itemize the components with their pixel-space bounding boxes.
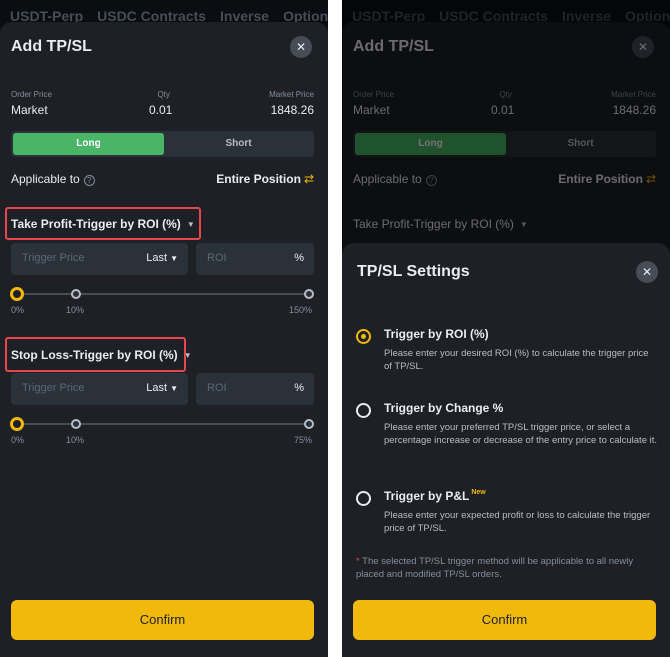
radio-icon[interactable] [356, 329, 371, 344]
radio-icon[interactable] [356, 491, 371, 506]
sl-price-type-select[interactable]: Last ▼ [146, 382, 178, 394]
sl-roi-unit: % [294, 382, 304, 394]
applicable-label: Applicable to [11, 172, 80, 186]
tp-slider-label-max: 150% [288, 305, 312, 315]
option-title: Trigger by P&L New [384, 489, 486, 503]
option-title-text: Trigger by P&L [384, 489, 470, 503]
stop-loss-mode-select[interactable]: Stop Loss-Trigger by ROI (%) ▼ [11, 348, 192, 362]
stop-loss-fields: Trigger Price Last ▼ ROI % [11, 373, 314, 405]
sl-slider-label-mid: 10% [66, 435, 85, 445]
qty-label: Qty [157, 90, 170, 99]
tp-roi-unit: % [294, 252, 304, 264]
take-profit-slider[interactable] [10, 287, 314, 301]
caret-down-icon: ▼ [170, 254, 178, 263]
radio-icon[interactable] [356, 403, 371, 418]
caret-down-icon: ▼ [183, 351, 192, 360]
option-title: Trigger by Change % [384, 401, 504, 415]
tp-price-type: Last [146, 252, 168, 264]
tp-slider-label-mid: 10% [66, 305, 85, 315]
slider-mark-max[interactable] [304, 419, 314, 429]
slider-track [16, 293, 309, 295]
applicable-row: Applicable to? Entire Position⇄ [11, 172, 314, 188]
new-badge: New [471, 489, 486, 496]
slider-track [16, 423, 309, 425]
sheet-title: Add TP/SL [11, 38, 92, 55]
sl-slider-labels: 0% 10% 75% [11, 435, 312, 447]
sl-trigger-price-input[interactable]: Trigger Price Last ▼ [11, 373, 188, 405]
market-price-value: 1848.26 [270, 103, 314, 117]
caret-down-icon: ▼ [186, 220, 195, 229]
short-tab[interactable]: Short [163, 133, 314, 155]
settings-title: TP/SL Settings [357, 263, 470, 280]
sl-roi-placeholder: ROI [207, 382, 227, 394]
order-qty: Qty 0.01 [149, 90, 172, 117]
add-tpsl-screen: USDT-Perp USDC Contracts Inverse Option … [0, 0, 328, 657]
applicable-value-text: Entire Position [216, 172, 301, 186]
caret-down-icon: ▼ [170, 384, 178, 393]
sl-trigger-placeholder: Trigger Price [22, 382, 85, 394]
take-profit-mode-select[interactable]: Take Profit-Trigger by ROI (%) ▼ [11, 217, 195, 231]
option-description: Please enter your expected profit or los… [384, 510, 651, 534]
option-description: Please enter your desired ROI (%) to cal… [384, 348, 649, 372]
confirm-button[interactable]: Confirm [11, 600, 314, 640]
tp-slider-label-min: 0% [11, 305, 25, 315]
side-toggle: Long Short [11, 131, 314, 157]
add-tpsl-sheet: Add TP/SL ✕ Order Price Market Qty 0.01 … [0, 22, 328, 657]
stop-loss-slider[interactable] [10, 417, 314, 431]
long-tab[interactable]: Long [13, 133, 164, 155]
market-price-label: Market Price [269, 90, 314, 99]
sl-slider-label-max: 75% [293, 435, 312, 445]
slider-handle[interactable] [10, 417, 24, 431]
tp-roi-placeholder: ROI [207, 252, 227, 264]
order-info: Order Price Market Qty 0.01 Market Price… [11, 90, 314, 122]
order-price-label: Order Price [11, 90, 52, 99]
order-price-value: Market [11, 103, 48, 117]
sl-price-type: Last [146, 382, 168, 394]
stop-loss-label: Stop Loss-Trigger by ROI (%) [11, 348, 178, 362]
swap-icon: ⇄ [303, 172, 314, 186]
info-icon[interactable]: ? [83, 175, 95, 186]
tpsl-settings-sheet: TP/SL Settings ✕ Trigger by ROI (%) Plea… [342, 243, 670, 657]
tp-trigger-price-input[interactable]: Trigger Price Last ▼ [11, 243, 188, 275]
close-icon[interactable]: ✕ [290, 36, 312, 58]
confirm-button[interactable]: Confirm [353, 600, 656, 640]
tp-price-type-select[interactable]: Last ▼ [146, 252, 178, 264]
slider-mark-max[interactable] [304, 289, 314, 299]
market-price: Market Price 1848.26 [269, 90, 314, 117]
sl-slider-label-min: 0% [11, 435, 25, 445]
note-text: The selected TP/SL trigger method will b… [356, 556, 634, 580]
tpsl-settings-screen: USDT-Perp USDC Contracts Inverse Option … [342, 0, 670, 657]
order-price: Order Price Market [11, 90, 52, 117]
slider-mark-10[interactable] [71, 419, 81, 429]
qty-value: 0.01 [149, 103, 173, 117]
applicable-value[interactable]: Entire Position ⇄ [216, 172, 314, 186]
slider-mark-10[interactable] [71, 289, 81, 299]
slider-handle[interactable] [10, 287, 24, 301]
settings-note: * The selected TP/SL trigger method will… [356, 556, 658, 581]
tp-roi-input[interactable]: ROI % [196, 243, 314, 275]
option-title: Trigger by ROI (%) [384, 327, 489, 341]
close-icon[interactable]: ✕ [636, 261, 658, 283]
option-description: Please enter your preferred TP/SL trigge… [384, 422, 658, 446]
take-profit-fields: Trigger Price Last ▼ ROI % [11, 243, 314, 275]
tp-trigger-placeholder: Trigger Price [22, 252, 85, 264]
tp-slider-labels: 0% 10% 150% [11, 305, 312, 317]
take-profit-label: Take Profit-Trigger by ROI (%) [11, 217, 181, 231]
sl-roi-input[interactable]: ROI % [196, 373, 314, 405]
